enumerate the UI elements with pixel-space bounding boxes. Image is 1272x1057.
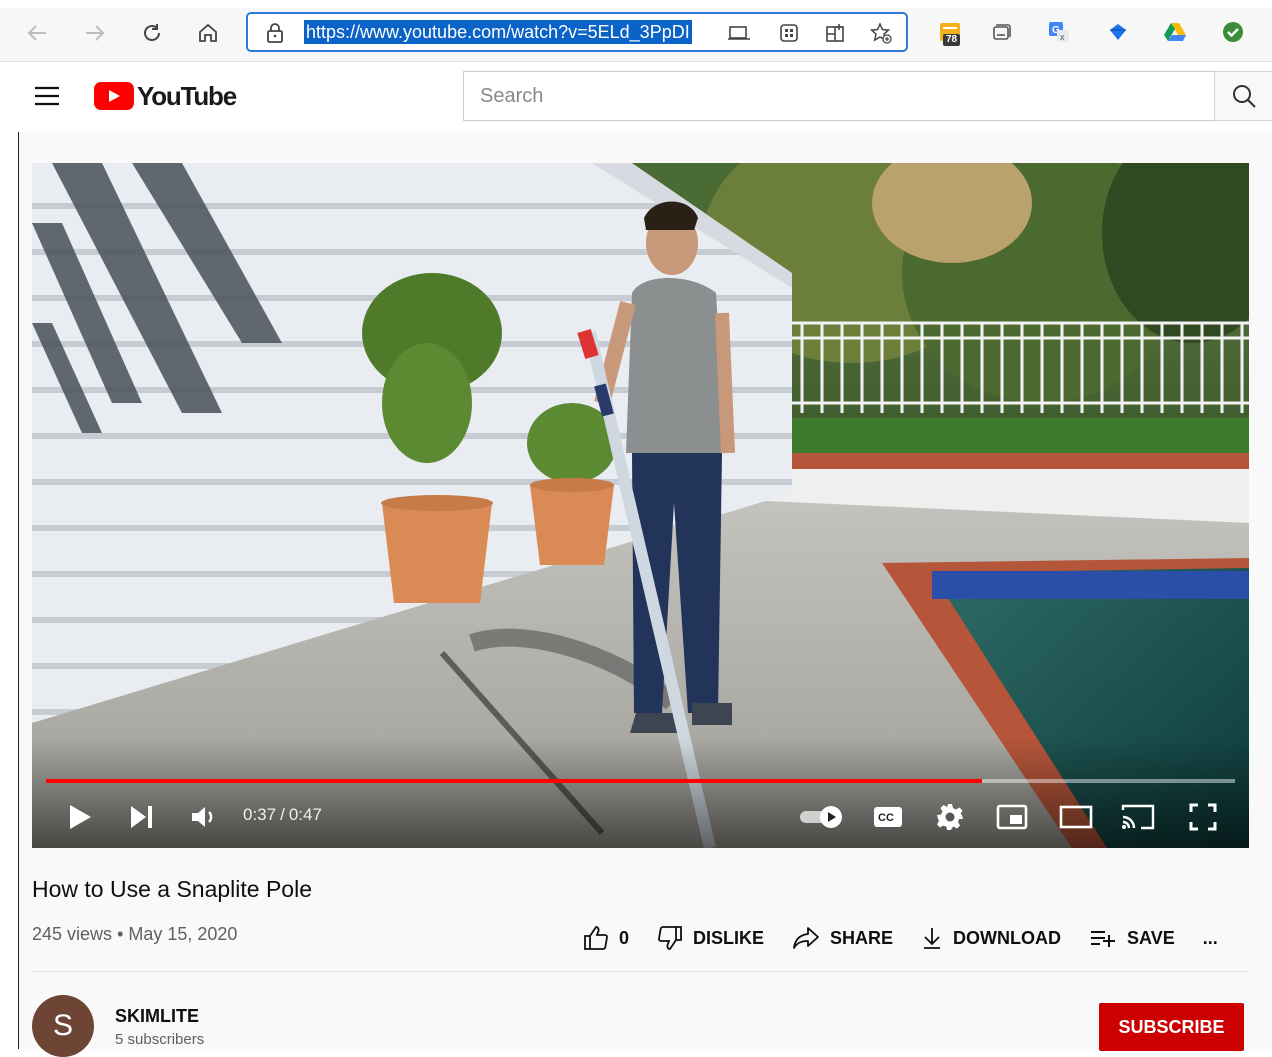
page-edge [18, 132, 19, 1049]
play-icon [68, 804, 92, 830]
share-label: SHARE [830, 927, 894, 948]
info-divider [32, 971, 1249, 972]
google-drive-button[interactable] [1162, 18, 1188, 46]
share-icon [792, 926, 820, 950]
subscriber-count: 5 subscribers [115, 1031, 205, 1048]
progress-played [46, 779, 982, 783]
subscribe-button[interactable]: SUBSCRIBE [1099, 1003, 1244, 1051]
home-icon [197, 22, 219, 44]
current-time: 0:37 [243, 805, 277, 824]
bookmark-extension-button[interactable] [1105, 18, 1131, 46]
translate-button[interactable]: Gx [1046, 18, 1072, 46]
back-icon [26, 24, 48, 42]
menu-button[interactable] [34, 84, 60, 108]
view-count: 245 views [32, 924, 113, 944]
check-extension-button[interactable] [1220, 18, 1246, 46]
download-icon [921, 926, 943, 950]
check-icon [1222, 21, 1244, 43]
search-box[interactable] [463, 71, 1215, 121]
google-drive-icon [1163, 21, 1187, 43]
favorite-add-icon[interactable] [870, 22, 892, 44]
thumbs-down-icon [657, 925, 683, 951]
video-meta: 245 views • May 15, 2020 [32, 924, 237, 945]
search-button[interactable] [1214, 71, 1272, 121]
volume-button[interactable] [187, 801, 221, 833]
more-icon: ... [1202, 927, 1218, 948]
duration: 0:47 [288, 805, 322, 824]
settings-button[interactable] [932, 801, 968, 833]
youtube-play-logo-icon [94, 82, 134, 110]
more-actions-button[interactable]: ... [1203, 928, 1218, 949]
download-label: DOWNLOAD [953, 927, 1062, 948]
cast-button[interactable] [1119, 801, 1157, 833]
youtube-header: YouTube [0, 62, 1272, 132]
translate-icon: Gx [1048, 21, 1070, 43]
dislike-label: DISLIKE [693, 927, 765, 948]
bookmark-icon [1107, 21, 1129, 43]
upload-date: May 15, 2020 [128, 924, 238, 944]
forward-icon [84, 24, 106, 42]
video-player[interactable]: 0:37/0:47 CC [32, 163, 1249, 848]
save-label: SAVE [1127, 927, 1175, 948]
save-button[interactable]: SAVE [1089, 927, 1175, 949]
play-button[interactable] [64, 801, 96, 833]
app-available-icon[interactable] [778, 22, 800, 44]
address-bar[interactable]: https://www.youtube.com/watch?v=5ELd_3Pp… [246, 12, 908, 52]
playlist-add-icon [1089, 927, 1117, 949]
download-button[interactable]: DOWNLOAD [921, 926, 1061, 950]
captions-button[interactable]: CC [870, 801, 906, 833]
theater-mode-button[interactable] [1057, 801, 1095, 833]
collections-button[interactable] [988, 18, 1014, 46]
search-input[interactable] [464, 72, 1215, 120]
svg-text:x: x [1060, 32, 1065, 42]
like-button[interactable]: 0 [583, 925, 629, 951]
captions-icon: CC [873, 806, 903, 828]
home-button[interactable] [193, 18, 223, 48]
video-actions: 0 DISLIKE SHARE DOWNLOAD SAVE ... [583, 923, 1218, 953]
browser-toolbar: https://www.youtube.com/watch?v=5ELd_3Pp… [0, 0, 1272, 62]
cast-icon [1121, 804, 1155, 830]
time-separator: / [280, 805, 285, 824]
svg-text:CC: CC [878, 812, 894, 824]
split-screen-icon[interactable] [824, 22, 846, 44]
channel-avatar[interactable]: S [32, 995, 94, 1057]
url-text[interactable]: https://www.youtube.com/watch?v=5ELd_3Pp… [304, 20, 692, 44]
window-top-strip [0, 0, 1272, 8]
reader-view-icon[interactable] [728, 22, 750, 44]
collections-icon [990, 21, 1012, 43]
settings-icon [936, 803, 964, 831]
time-display: 0:37/0:47 [243, 805, 322, 825]
extension-badge: 78 [943, 34, 961, 46]
next-button[interactable] [126, 801, 158, 833]
video-title: How to Use a Snaplite Pole [32, 876, 312, 902]
volume-icon [190, 805, 218, 829]
miniplayer-button[interactable] [994, 801, 1030, 833]
hamburger-menu-icon [34, 84, 60, 108]
refresh-button[interactable] [137, 18, 167, 48]
share-button[interactable]: SHARE [792, 926, 893, 950]
fullscreen-button[interactable] [1185, 801, 1221, 833]
autoplay-toggle-icon [798, 804, 844, 830]
refresh-icon [140, 21, 164, 45]
dislike-button[interactable]: DISLIKE [657, 925, 764, 951]
like-count: 0 [619, 927, 630, 948]
channel-name[interactable]: SKIMLITE [115, 1006, 199, 1027]
search-icon [1231, 83, 1257, 109]
fullscreen-icon [1189, 803, 1217, 831]
youtube-logo[interactable]: YouTube [94, 80, 237, 111]
forward-button[interactable] [80, 18, 110, 48]
thumbs-up-icon [583, 925, 609, 951]
progress-bar[interactable] [46, 779, 1235, 783]
miniplayer-icon [996, 804, 1028, 830]
meta-dot: • [117, 924, 129, 944]
back-button[interactable] [22, 18, 52, 48]
autoplay-toggle[interactable] [796, 801, 846, 833]
lock-icon[interactable] [266, 23, 284, 43]
next-icon [129, 805, 155, 829]
extension-button[interactable]: 78 [937, 18, 963, 46]
youtube-logo-text: YouTube [137, 80, 237, 111]
theater-mode-icon [1059, 805, 1093, 829]
